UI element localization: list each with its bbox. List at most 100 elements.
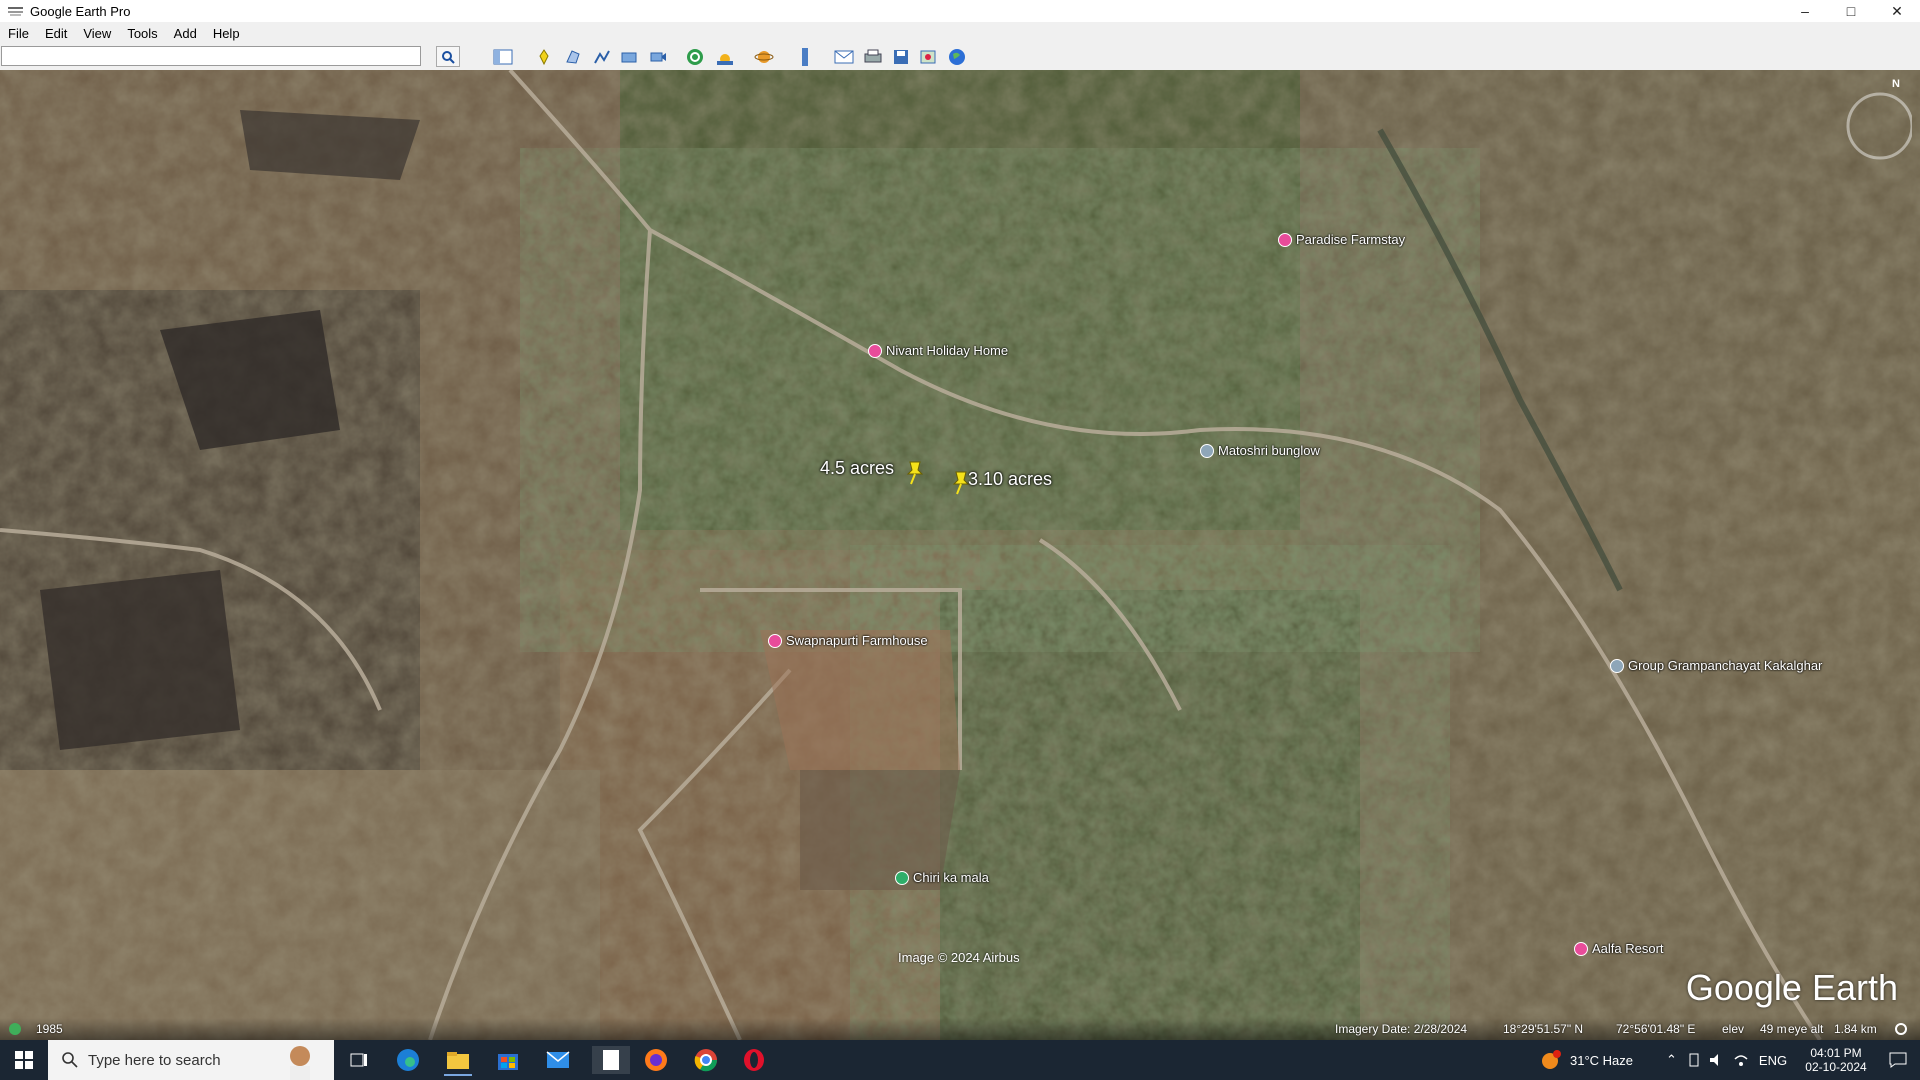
place-matoshri-bunglow[interactable]: Matoshri bunglow [1200,443,1320,458]
notifications-button[interactable] [1884,1046,1912,1074]
place-marker-icon [1610,658,1624,673]
planets-button[interactable] [753,46,775,67]
place-chiri-ka-mala[interactable]: Chiri ka mala [895,870,989,885]
longitude: 72°56'01.48" E [1616,1022,1696,1036]
map-view[interactable]: N Paradise Farmstay Nivant Holiday Home … [0,70,1920,1040]
opera-icon [744,1049,764,1071]
mail-icon [546,1051,570,1068]
wifi-icon[interactable] [1733,1053,1749,1067]
view-in-maps-icon [920,50,936,63]
chrome-icon [694,1049,718,1072]
chrome-taskbar-button[interactable] [692,1046,720,1074]
edge-taskbar-button[interactable] [394,1046,422,1074]
task-view-icon [350,1053,367,1067]
save-image-icon [894,49,908,64]
print-button[interactable] [862,46,884,67]
place-swapnapurti-farmhouse[interactable]: Swapnapurti Farmhouse [768,633,928,648]
pin-label-4-5-acres[interactable]: 4.5 acres [820,458,894,479]
sidebar-toggle-button[interactable] [492,46,514,67]
file-explorer-taskbar-button[interactable] [444,1046,472,1076]
place-marker-icon [1200,443,1214,458]
close-button[interactable]: ✕ [1874,0,1920,22]
add-polygon-button[interactable] [562,46,584,67]
device-icon[interactable] [1687,1053,1701,1067]
ruler-icon [802,47,808,66]
notification-center-icon [1889,1052,1907,1068]
park-marker-icon [895,870,909,885]
search-highlight-illustration-icon [290,1046,310,1080]
lodging-marker-icon [1278,232,1292,247]
document-icon [603,1050,619,1070]
email-button[interactable] [833,46,855,67]
imagery-copyright: Image © 2024 Airbus [898,950,1020,965]
clock-date: 02-10-2024 [1805,1060,1867,1074]
add-placemark-button[interactable] [533,46,555,67]
start-button[interactable] [10,1046,38,1074]
notepad-taskbar-button[interactable] [592,1046,630,1074]
folder-icon [447,1052,469,1069]
pushpin-icon[interactable] [904,460,926,486]
mail-taskbar-button[interactable] [544,1046,572,1074]
firefox-icon [645,1049,667,1071]
save-image-button[interactable] [890,46,912,67]
earth-button[interactable] [946,46,968,67]
image-overlay-button[interactable] [618,46,640,67]
placemark-icon [539,48,549,65]
menu-view[interactable]: View [75,26,119,41]
imagery-year[interactable]: 1985 [36,1022,63,1036]
menu-file[interactable]: File [0,26,37,41]
clock[interactable]: 04:01 PM 02-10-2024 [1796,1040,1876,1080]
compass-ring-icon [1846,92,1912,160]
ruler-button[interactable] [794,46,816,67]
view-in-maps-button[interactable] [917,46,939,67]
place-nivant-holiday-home[interactable]: Nivant Holiday Home [868,343,1008,358]
compass[interactable]: N [1838,78,1912,162]
place-aalfa-resort[interactable]: Aalfa Resort [1574,941,1664,956]
search-button[interactable] [436,46,460,67]
sidebar-toggle-icon [493,49,513,64]
lodging-marker-icon [1574,941,1588,956]
speaker-icon[interactable] [1709,1053,1725,1067]
historical-imagery-button[interactable] [684,46,706,67]
earth-icon [949,48,965,65]
task-view-button[interactable] [345,1046,373,1074]
status-bar: 1985 Imagery Date: 2/28/2024 18°29'51.57… [0,1018,1920,1040]
firefox-taskbar-button[interactable] [642,1046,670,1074]
taskbar-search-box[interactable]: Type here to search [48,1040,334,1080]
search-icon [442,50,455,64]
place-group-grampanchayat-kakalghar[interactable]: Group Grampanchayat Kakalghar [1610,658,1822,673]
print-icon [864,49,882,62]
store-taskbar-button[interactable] [494,1046,522,1074]
planets-icon [754,50,774,63]
historical-imagery-status-icon[interactable] [8,1022,22,1036]
toolbar [0,44,1920,71]
weather-widget[interactable]: 31°C Haze [1540,1040,1633,1080]
opera-taskbar-button[interactable] [740,1046,768,1074]
title-bar: Google Earth Pro – □ ✕ [0,0,1920,22]
satellite-imagery[interactable] [0,70,1920,1040]
menu-edit[interactable]: Edit [37,26,75,41]
lodging-marker-icon [868,343,882,358]
taskbar-search-placeholder: Type here to search [88,1051,221,1069]
sunlight-icon [717,53,733,65]
input-language[interactable]: ENG [1759,1053,1787,1068]
place-paradise-farmstay[interactable]: Paradise Farmstay [1278,232,1405,247]
imagery-date: Imagery Date: 2/28/2024 [1335,1022,1468,1036]
sunlight-button[interactable] [714,46,736,67]
pin-label-3-10-acres[interactable]: 3.10 acres [968,469,1052,490]
menu-tools[interactable]: Tools [119,26,165,41]
google-earth-logo: Google Earth [1685,967,1898,1008]
minimize-button[interactable]: – [1782,0,1828,22]
search-input[interactable] [1,46,421,66]
menu-add[interactable]: Add [166,26,205,41]
clock-time: 04:01 PM [1810,1046,1862,1060]
email-icon [834,50,854,63]
chevron-up-icon[interactable]: ⌃ [1666,1052,1677,1068]
add-path-button[interactable] [591,46,613,67]
path-icon [594,50,610,63]
record-tour-button[interactable] [647,46,669,67]
elevation-value: 49 m [1760,1022,1787,1036]
maximize-button[interactable]: □ [1828,0,1874,22]
menu-help[interactable]: Help [205,26,248,41]
weather-text: 31°C Haze [1570,1052,1634,1068]
